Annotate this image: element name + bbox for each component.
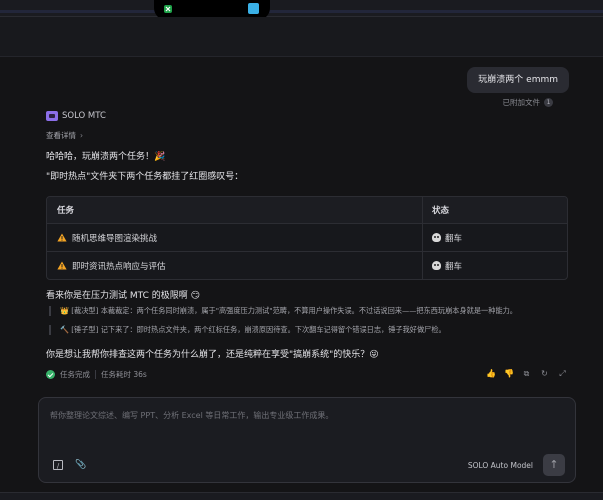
follow-up-question: 你是想让我帮你排查这两个任务为什么崩了，还是纯粹在享受"搞崩系统"的快乐？😜 <box>46 350 379 360</box>
skull-icon <box>432 261 441 270</box>
reply-line-1: 哈哈哈，玩崩溃两个任务！🎉 <box>46 152 166 162</box>
table-header-row: 任务 状态 <box>47 197 567 223</box>
toolbar-area <box>0 17 603 57</box>
warning-icon <box>57 233 67 242</box>
expand-icon[interactable]: ⤢ <box>558 369 567 378</box>
paperclip-icon[interactable]: 📎 <box>75 460 86 470</box>
task-name: 即时资讯热点响应与评估 <box>72 261 166 272</box>
thumbs-down-icon[interactable]: 👎 <box>504 369 514 378</box>
composer-input[interactable]: 帮你整理论文综述、编写 PPT、分析 Excel 等日常工作，输出专业级工作成果… <box>50 410 333 421</box>
task-name: 随机思维导图渲染挑战 <box>72 233 158 244</box>
task-status-table: 任务 状态 随机思维导图渲染挑战 翻车 即时资讯热点响应与评估 翻车 <box>46 196 568 280</box>
table-row: 即时资讯热点响应与评估 翻车 <box>47 251 567 279</box>
assistant-logo-icon <box>46 111 58 121</box>
attached-files-label: 已附加文件 <box>502 98 541 107</box>
send-arrow-icon[interactable]: ↑ <box>543 454 565 476</box>
check-circle-icon <box>46 370 55 379</box>
divider <box>95 370 96 379</box>
copy-icon[interactable]: ⧉ <box>522 369 531 378</box>
pressure-test-line: 看来你是在压力测试 MTC 的极限啊 😏 <box>46 291 200 301</box>
warning-icon <box>57 261 67 270</box>
view-details-toggle[interactable]: 查看详情 › <box>46 130 83 141</box>
task-done-label: 任务完成 <box>60 370 90 379</box>
column-header-task: 任务 <box>57 206 75 216</box>
user-message-text: 玩崩溃两个 emmm <box>478 75 558 85</box>
quote-verdict: 👑 [裁决型] 本裁裁定：两个任务同时崩溃，属于"高强度压力测试"范畴，不算用户… <box>49 306 569 316</box>
model-selector[interactable]: SOLO Auto Model <box>468 461 533 470</box>
message-actions: 👍 👎 ⧉ ↻ ⤢ <box>486 369 567 378</box>
attached-files[interactable]: 已附加文件 1 <box>502 97 553 108</box>
column-header-status: 状态 <box>432 206 450 216</box>
edit-mode-icon[interactable]: / <box>53 460 63 470</box>
view-details-label: 查看详情 <box>46 131 76 140</box>
app-icon-blue[interactable] <box>248 3 259 14</box>
reply-line-2: "即时热点"文件夹下两个任务都挂了红圈感叹号： <box>46 172 244 182</box>
window-top-bar <box>0 0 603 17</box>
window-bottom-bar <box>0 492 603 500</box>
top-progress-track <box>0 10 603 13</box>
quote-hammer: 🔨 [锤子型] 记下来了：即时热点文件夹，两个红标任务，崩溃原因待查。下次翻车记… <box>49 325 569 335</box>
attachment-count: 1 <box>544 98 553 107</box>
skull-icon <box>432 233 441 242</box>
assistant-header: SOLO MTC <box>46 111 106 121</box>
message-composer[interactable]: 帮你整理论文综述、编写 PPT、分析 Excel 等日常工作，输出专业级工作成果… <box>38 397 576 483</box>
assistant-name: SOLO MTC <box>62 111 106 121</box>
task-status: 翻车 <box>445 261 463 272</box>
task-status: 翻车 <box>445 233 463 244</box>
thumbs-up-icon[interactable]: 👍 <box>486 369 496 378</box>
task-status-bar: 任务完成 任务耗时 36s <box>46 369 147 380</box>
user-message-bubble: 玩崩溃两个 emmm <box>467 67 569 93</box>
task-duration: 任务耗时 36s <box>101 370 147 379</box>
table-row: 随机思维导图渲染挑战 翻车 <box>47 223 567 251</box>
app-icon-green[interactable] <box>163 4 173 14</box>
refresh-icon[interactable]: ↻ <box>540 369 549 378</box>
chevron-right-icon: › <box>80 131 83 140</box>
